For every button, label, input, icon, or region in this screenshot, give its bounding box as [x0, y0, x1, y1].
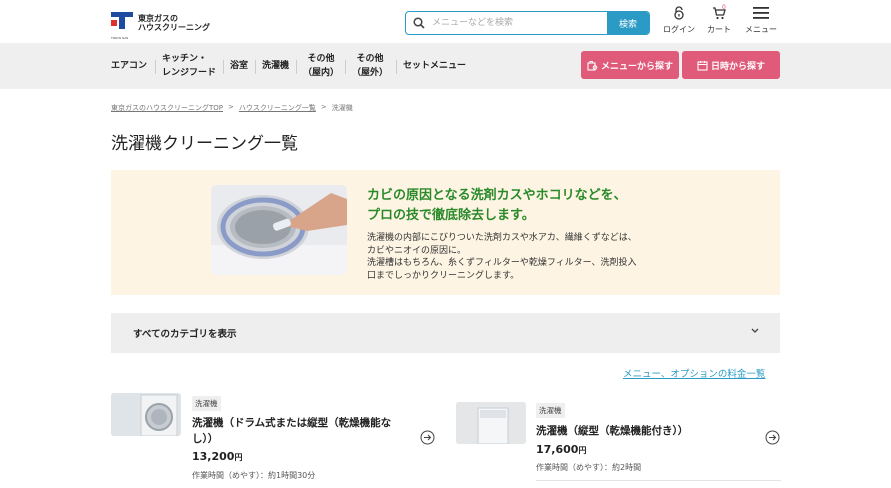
product-name-line-1: 洗濯機（縦型（乾燥機能付き））	[536, 425, 689, 437]
banner-headline-line-2: プロの技で徹底除去します。	[367, 208, 535, 223]
show-all-categories-toggle[interactable]: すべてのカテゴリを表示	[111, 313, 780, 353]
menu-search-button[interactable]: メニューから探す	[581, 51, 679, 79]
breadcrumb-separator: >	[228, 103, 234, 111]
product-category-tag: 洗濯機	[536, 403, 565, 418]
category-toggle-label: すべてのカテゴリを表示	[133, 329, 237, 340]
work-time: 作業時間（めやす）：約2時間	[536, 463, 642, 472]
banner-body-line-2: カビやニオイの原因に。	[367, 245, 467, 256]
breadcrumb-link-top[interactable]: 東京ガスのハウスクリーニングTOP	[111, 103, 223, 113]
price-unit: 円	[234, 453, 243, 462]
search-button[interactable]: 検索	[607, 12, 649, 34]
product-name: 洗濯機（縦型（乾燥機能付き））	[536, 423, 751, 439]
arrow-right-circle-icon[interactable]	[420, 430, 435, 449]
nav-divider	[396, 60, 397, 74]
banner-body-line-3: 洗濯槽はもちろん、糸くずフィルターや乾燥フィルター、洗剤投入	[367, 258, 637, 268]
feature-banner: カビの原因となる洗剤カスやホコリなどを、 プロの技で徹底除去します。 洗濯機の内…	[111, 170, 780, 295]
logo-sub-text: TOKYO GAS	[111, 36, 129, 40]
menu-label: メニュー	[745, 25, 777, 34]
product-name-line-2: し））	[192, 433, 219, 445]
arrow-right-circle-icon[interactable]	[765, 430, 780, 449]
banner-headline: カビの原因となる洗剤カスやホコリなどを、 プロの技で徹底除去します。	[367, 186, 627, 226]
chevron-down-icon	[750, 327, 760, 338]
nav-item-bath[interactable]: 浴室	[230, 43, 248, 89]
price-value: 17,600	[536, 443, 579, 456]
cart-label: カート	[707, 25, 731, 34]
product-name-line-1: 洗濯機（ドラム式または縦型（乾燥機能な	[192, 417, 392, 429]
product-divider	[536, 480, 781, 481]
price-value: 13,200	[192, 450, 235, 463]
cart-button[interactable]: 0 カート	[701, 4, 737, 35]
banner-headline-line-1: カビの原因となる洗剤カスやホコリなどを、	[367, 188, 627, 203]
date-search-label: 日時から探す	[710, 61, 765, 72]
nav-item-kitchen[interactable]: キッチン・ レンジフード	[162, 43, 216, 89]
site-header: TOKYO GAS 東京ガスの ハウスクリーニング 検索 ログイン 0 カート …	[0, 0, 891, 43]
product-price: 17,600円	[536, 443, 586, 456]
nav-item-set-menu[interactable]: セットメニュー	[403, 43, 466, 89]
breadcrumb: 東京ガスのハウスクリーニングTOP > ハウスクリーニング一覧 > 洗濯機	[111, 103, 353, 113]
product-name: 洗濯機（ドラム式または縦型（乾燥機能な し））	[192, 415, 407, 447]
nav-divider	[296, 60, 297, 74]
login-icon	[674, 6, 684, 20]
nav-divider	[255, 60, 256, 74]
banner-body-line-1: 洗濯機の内部にこびりついた洗剤カスや水アカ、繊維くずなどは、	[367, 233, 637, 243]
nav-item-other-outdoor[interactable]: その他 （屋外）	[352, 43, 388, 89]
search-icon	[406, 12, 432, 34]
nav-item-washer[interactable]: 洗濯機	[262, 43, 289, 89]
breadcrumb-current: 洗濯機	[331, 104, 353, 112]
product-category-tag: 洗濯機	[192, 396, 221, 411]
logo-line-2: ハウスクリーニング	[138, 23, 210, 32]
category-nav: エアコン キッチン・ レンジフード 浴室 洗濯機 その他 （屋内） その他 （屋…	[0, 43, 891, 89]
product-thumbnail	[111, 393, 181, 436]
hamburger-icon	[753, 7, 769, 19]
nav-divider	[155, 60, 156, 74]
page-title: 洗濯機クリーニング一覧	[111, 134, 298, 154]
banner-description: 洗濯機の内部にこびりついた洗剤カスや水アカ、繊維くずなどは、 カビやニオイの原因…	[367, 232, 697, 282]
tokyo-gas-logo-icon: TOKYO GAS	[111, 12, 133, 40]
calendar-icon	[697, 60, 708, 71]
breadcrumb-link-list[interactable]: ハウスクリーニング一覧	[239, 103, 316, 113]
product-price: 13,200円	[192, 450, 242, 463]
menu-search-icon	[587, 60, 598, 71]
product-card[interactable]: 洗濯機 洗濯機（ドラム式または縦型（乾燥機能な し）） 13,200円 作業時間…	[111, 393, 436, 488]
logo-line-1: 東京ガスの	[138, 14, 178, 23]
washer-cleaning-photo	[211, 185, 347, 275]
nav-divider	[345, 60, 346, 74]
menu-button[interactable]: メニュー	[743, 6, 779, 35]
price-list-link[interactable]: メニュー、オプションの料金一覧	[623, 366, 765, 380]
nav-divider	[223, 60, 224, 74]
breadcrumb-separator: >	[320, 103, 327, 111]
product-card[interactable]: 洗濯機 洗濯機（縦型（乾燥機能付き）） 17,600円 作業時間（めやす）：約2…	[456, 400, 781, 488]
banner-body-line-4: 口までしっかりクリーニングします。	[367, 270, 520, 281]
login-label: ログイン	[663, 25, 695, 34]
nav-item-aircon[interactable]: エアコン	[111, 43, 147, 89]
site-logo[interactable]: TOKYO GAS 東京ガスの ハウスクリーニング	[111, 10, 221, 40]
work-time: 作業時間（めやす）：約1時間30分	[192, 471, 316, 480]
login-button[interactable]: ログイン	[661, 6, 697, 35]
search-input[interactable]	[432, 12, 607, 34]
nav-item-other-indoor[interactable]: その他 （屋内）	[303, 43, 339, 89]
product-thumbnail	[456, 402, 526, 444]
menu-search-label: メニューから探す	[600, 61, 673, 72]
search-box: 検索	[405, 11, 650, 35]
date-search-button[interactable]: 日時から探す	[682, 51, 780, 79]
price-unit: 円	[578, 446, 587, 455]
cart-count-badge: 0	[722, 4, 726, 11]
